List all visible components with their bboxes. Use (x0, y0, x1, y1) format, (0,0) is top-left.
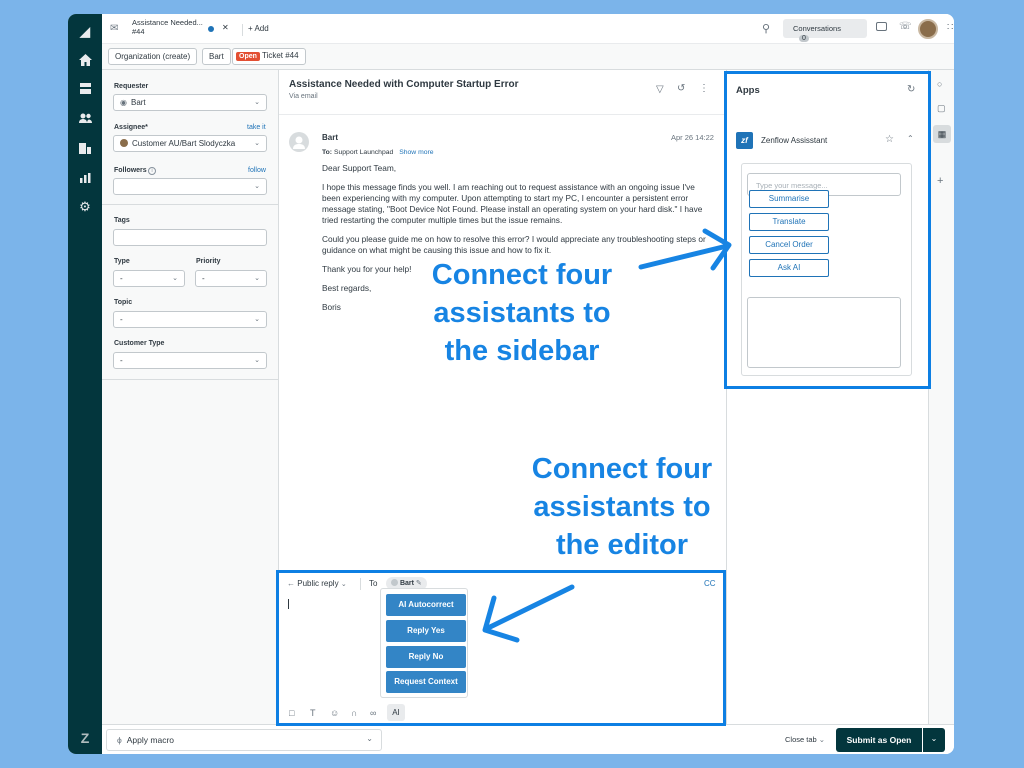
annotation-arrows (482, 228, 732, 643)
editor-arrow-shaft (485, 584, 575, 631)
